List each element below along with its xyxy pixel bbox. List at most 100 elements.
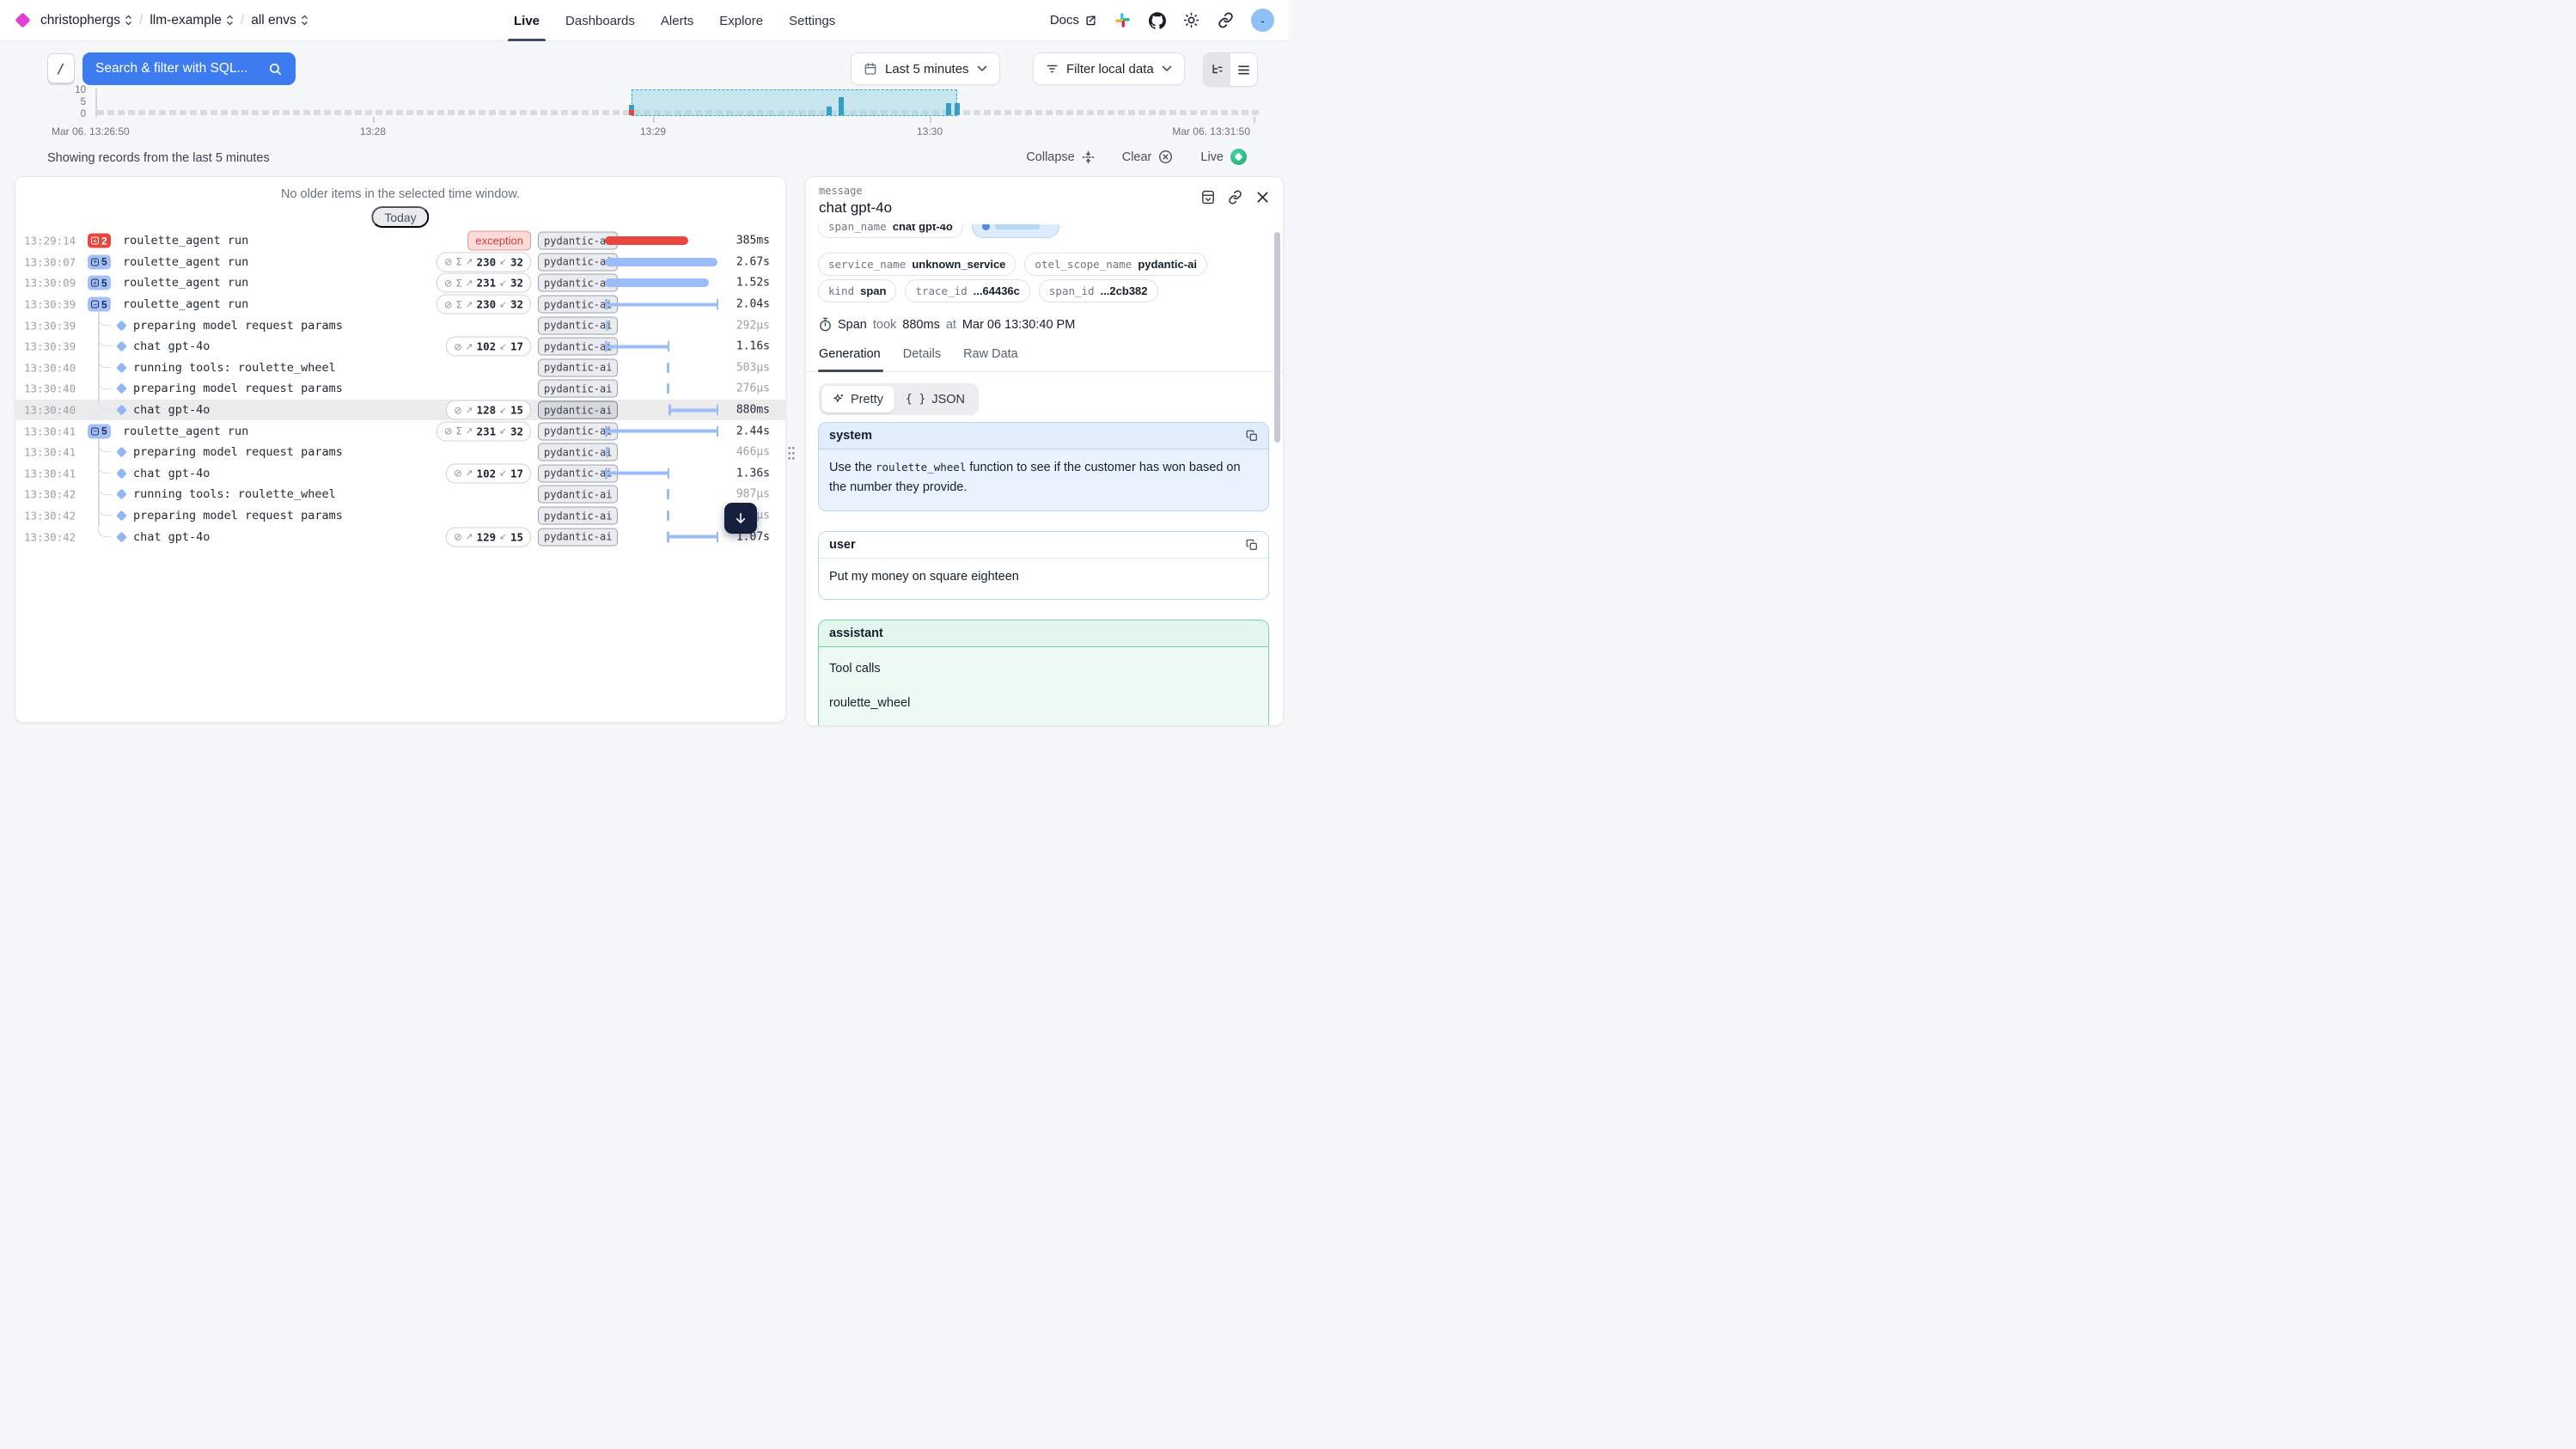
attribute-pill-kind[interactable]: kindspan: [818, 279, 896, 303]
pretty-view-button[interactable]: Pretty: [821, 386, 894, 413]
tab-settings[interactable]: Settings: [789, 0, 835, 41]
copy-icon[interactable]: [1246, 430, 1258, 442]
duration-bar: [605, 425, 718, 437]
detail-panel-actions: [1200, 190, 1270, 205]
trace-row[interactable]: 13:30:42running tools: roulette_wheelpyd…: [15, 484, 785, 505]
row-span-name: running tools: roulette_wheel: [133, 361, 336, 375]
child-count-badge[interactable]: +5: [88, 276, 111, 290]
theme-sun-icon[interactable]: [1182, 11, 1200, 29]
role-label: system: [829, 429, 872, 443]
duration-bar: [667, 383, 669, 394]
project-switcher[interactable]: llm-example: [150, 13, 234, 28]
trace-row[interactable]: 13:30:42preparing model request paramspy…: [15, 505, 785, 527]
row-timestamp: 13:29:14: [24, 235, 76, 248]
token-usage-badge[interactable]: ⊘↗128↙15: [446, 400, 531, 420]
token-usage-badge[interactable]: ⊘↗102↙17: [446, 337, 531, 357]
trace-row[interactable]: 13:30:40preparing model request paramspy…: [15, 378, 785, 400]
trace-row[interactable]: 13:30:41−5roulette_agent run⊘Σ↗231↙32pyd…: [15, 420, 785, 442]
timeline-xtick: 13:30: [917, 125, 943, 138]
slack-icon[interactable]: [1114, 11, 1132, 29]
tab-dashboards[interactable]: Dashboards: [565, 0, 635, 41]
org-switcher[interactable]: christophergs: [40, 13, 132, 28]
tab-explore[interactable]: Explore: [719, 0, 763, 41]
trace-row[interactable]: 13:30:41chat gpt-4o⊘↗102↙17pydantic-ai1.…: [15, 463, 785, 485]
token-usage-badge[interactable]: ⊘Σ↗230↙32: [436, 252, 531, 272]
row-span-name: chat gpt-4o: [133, 467, 210, 480]
clear-button[interactable]: Clear: [1122, 150, 1174, 164]
span-diamond-icon: [116, 447, 127, 458]
timeline-axis-tick: [930, 117, 931, 123]
detail-tab-raw-data[interactable]: Raw Data: [963, 347, 1018, 361]
github-icon[interactable]: [1148, 11, 1166, 29]
clipped-blue-badge[interactable]: [972, 224, 1059, 238]
output-tokens: 32: [510, 425, 523, 437]
row-timestamp: 13:30:41: [24, 425, 76, 437]
trace-row[interactable]: 13:30:39−5roulette_agent run⊘Σ↗230↙32pyd…: [15, 294, 785, 315]
trace-row[interactable]: 13:30:40chat gpt-4o⊘↗128↙15pydantic-ai88…: [15, 400, 785, 421]
detail-tab-generation[interactable]: Generation: [819, 347, 881, 361]
child-count-badge[interactable]: +5: [88, 254, 111, 269]
child-count-badge[interactable]: −5: [88, 424, 111, 438]
trace-row[interactable]: 13:30:39preparing model request paramspy…: [15, 315, 785, 336]
detail-tabs: Generation Details Raw Data: [819, 347, 1018, 361]
panel-resize-handle[interactable]: ●●●●●●: [786, 440, 797, 468]
input-tokens-arrow-icon: ↗: [466, 426, 473, 437]
token-usage-badge[interactable]: ⊘Σ↗231↙32: [436, 421, 531, 441]
tab-alerts[interactable]: Alerts: [661, 0, 693, 41]
attribute-pill-span_id[interactable]: span_id...2cb382: [1039, 279, 1158, 303]
copy-icon[interactable]: [1246, 539, 1258, 551]
share-link-icon[interactable]: [1217, 11, 1235, 29]
token-usage-badge[interactable]: ⊘↗102↙17: [446, 463, 531, 483]
user-avatar[interactable]: -: [1251, 9, 1274, 32]
copy-link-icon[interactable]: [1228, 190, 1242, 205]
token-usage-badge[interactable]: ⊘↗129↙15: [446, 527, 531, 547]
token-usage-badge[interactable]: ⊘Σ↗230↙32: [436, 295, 531, 315]
live-label: Live: [1200, 150, 1224, 164]
filter-local-data-dropdown[interactable]: Filter local data: [1033, 52, 1185, 85]
docs-link[interactable]: Docs: [1050, 13, 1097, 28]
close-icon[interactable]: [1255, 190, 1270, 205]
attribute-pill-otel_scope_name[interactable]: otel_scope_namepydantic-ai: [1024, 253, 1207, 276]
output-tokens: 17: [510, 340, 523, 353]
detail-scrollbar[interactable]: [1274, 232, 1280, 443]
env-switcher[interactable]: all envs: [251, 13, 308, 28]
trace-row[interactable]: 13:30:42chat gpt-4o⊘↗129↙15pydantic-ai1.…: [15, 526, 785, 547]
today-pill[interactable]: Today: [371, 206, 429, 228]
detail-tab-details[interactable]: Details: [903, 347, 941, 361]
trace-row[interactable]: 13:30:40running tools: roulette_wheelpyd…: [15, 358, 785, 379]
output-tokens: 32: [510, 255, 523, 268]
token-usage-badge[interactable]: ⊘Σ↗231↙32: [436, 273, 531, 293]
trace-row[interactable]: 13:29:14+2roulette_agent runexceptionpyd…: [15, 230, 785, 252]
flat-list-view-button[interactable]: [1230, 53, 1257, 86]
duration-bar: [605, 341, 669, 352]
trace-row[interactable]: 13:30:09+5roulette_agent run⊘Σ↗231↙32pyd…: [15, 272, 785, 294]
span-duration-line: Span took 880ms at Mar 06 13:30:40 PM: [819, 317, 1075, 332]
row-span-name: preparing model request params: [133, 382, 343, 395]
attribute-pill-trace_id[interactable]: trace_id...64436c: [905, 279, 1029, 303]
trace-row[interactable]: 13:30:39chat gpt-4o⊘↗102↙17pydantic-ai1.…: [15, 336, 785, 358]
row-span-name: preparing model request params: [133, 445, 343, 459]
record-kind-label: message: [819, 185, 863, 197]
child-count-badge[interactable]: +2: [88, 234, 111, 248]
child-count-badge[interactable]: −5: [88, 297, 111, 312]
trace-row[interactable]: 13:30:07+5roulette_agent run⊘Σ↗230↙32pyd…: [15, 252, 785, 273]
search-button[interactable]: Search & filter with SQL...: [82, 52, 296, 85]
collapse-button[interactable]: Collapse: [1026, 150, 1094, 164]
trace-row[interactable]: 13:30:41preparing model request paramspy…: [15, 442, 785, 463]
chevron-updown-icon: [125, 15, 132, 26]
attribute-pill-service_name[interactable]: service_nameunknown_service: [818, 253, 1016, 276]
time-range-dropdown[interactable]: Last 5 minutes: [851, 52, 1000, 85]
json-view-button[interactable]: { } JSON: [894, 386, 976, 413]
clear-circle-x-icon: [1158, 150, 1173, 164]
json-tree-root[interactable]: { 1 items: [829, 722, 1258, 726]
detail-panel: message chat gpt-4o span_namechat gpt-4o…: [805, 176, 1284, 726]
tab-live[interactable]: Live: [514, 0, 540, 41]
items-count: 1 items: [854, 722, 901, 726]
attribute-key: service_name: [828, 258, 906, 271]
scroll-to-bottom-button[interactable]: [724, 503, 757, 534]
live-toggle[interactable]: Live: [1200, 149, 1247, 165]
timeline-selection-window[interactable]: [632, 89, 957, 116]
attribute-pill-span_name[interactable]: span_namechat gpt-4o: [818, 224, 963, 238]
tree-view-button[interactable]: [1204, 53, 1230, 86]
scroll-into-view-icon[interactable]: [1200, 190, 1215, 205]
